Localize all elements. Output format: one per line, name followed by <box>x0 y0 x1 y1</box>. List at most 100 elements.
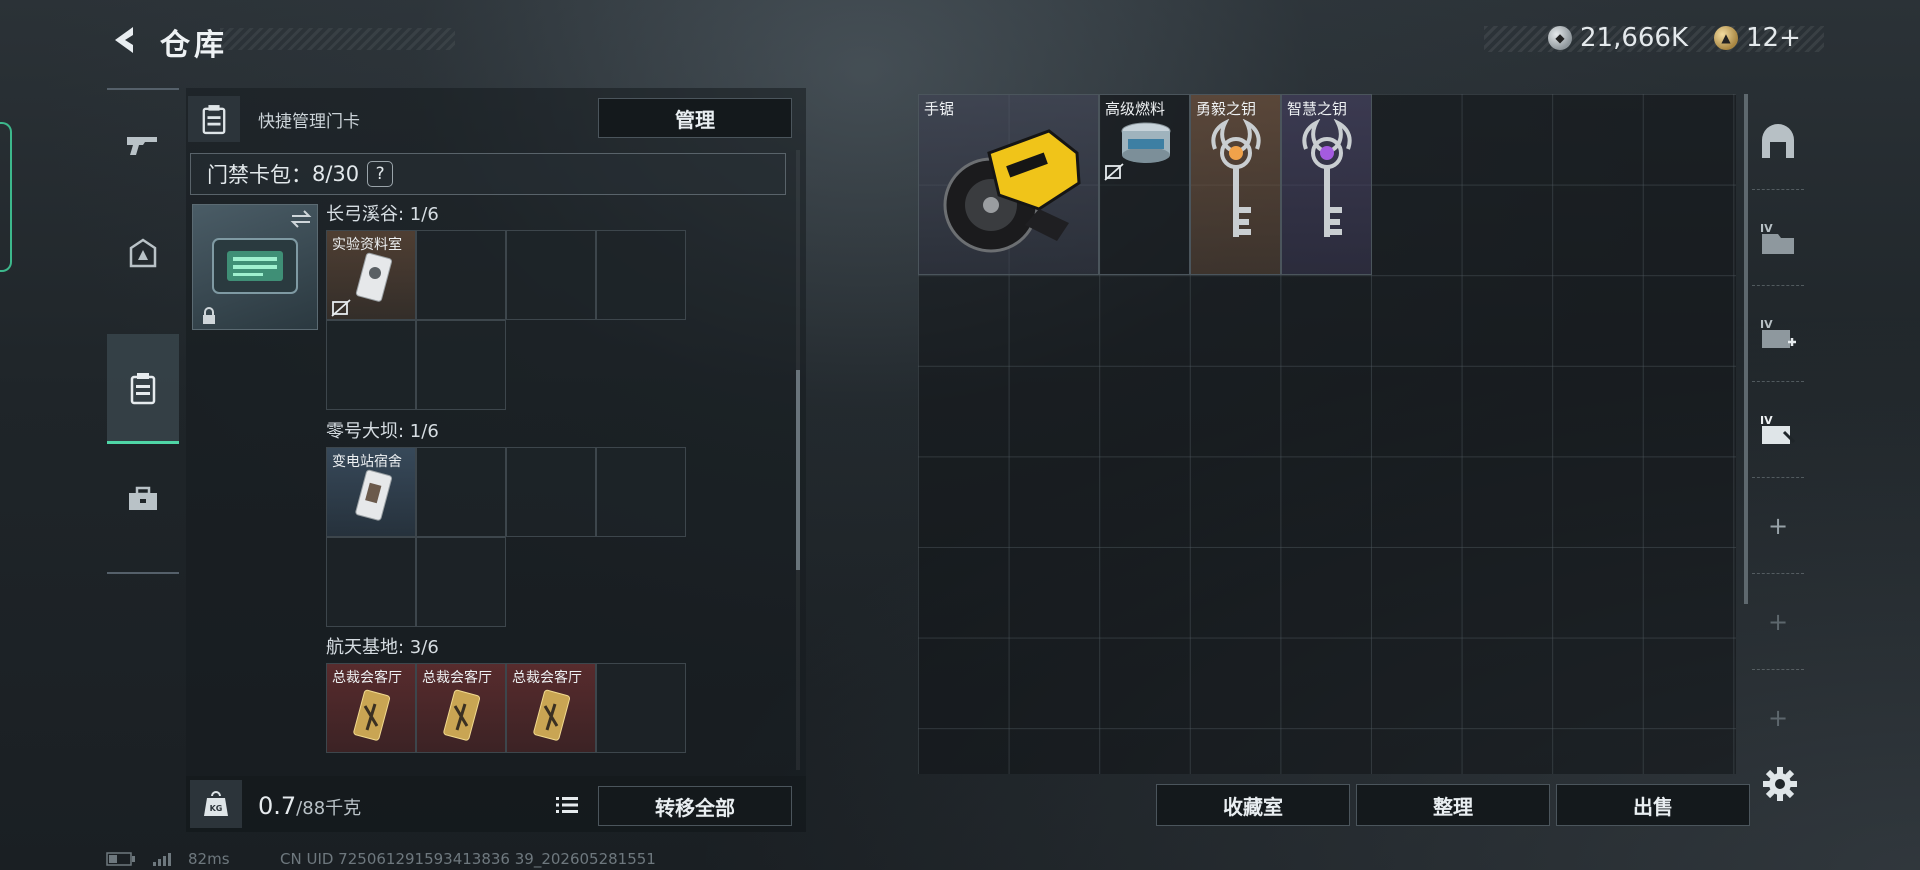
fuel-can-icon <box>1121 122 1171 163</box>
orange-gem-key-icon <box>1211 119 1261 237</box>
keycard-slot[interactable]: 总裁会客厅 <box>326 663 416 753</box>
empty-slot[interactable] <box>506 447 596 537</box>
weight-capacity: /88千克 <box>296 798 362 819</box>
card-case-item[interactable] <box>192 204 318 330</box>
storage-item-courage-key[interactable]: 勇毅之钥 <box>1190 94 1281 275</box>
region-count: 1/6 <box>409 204 439 225</box>
expansion-box-key-icon: IV <box>1760 414 1796 444</box>
svg-text:IV: IV <box>1760 414 1773 427</box>
back-arrow-icon <box>115 27 133 53</box>
status-bar: 82ms <box>106 850 230 868</box>
empty-slot[interactable] <box>596 663 686 753</box>
region-count: 3/6 <box>409 637 439 658</box>
storage-item-wisdom-key[interactable]: 智慧之钥 <box>1281 94 1372 275</box>
keycard-icon <box>355 252 393 302</box>
list-view-button[interactable] <box>548 788 586 822</box>
empty-slot[interactable] <box>326 320 416 410</box>
category-nav <box>107 88 179 574</box>
weapon-tab[interactable] <box>107 90 179 200</box>
empty-slot[interactable] <box>416 230 506 320</box>
player-uid: CN UID 725061291593413836 39_20260528155… <box>280 850 656 868</box>
keycard-tab[interactable] <box>107 334 179 444</box>
expansion-box-2-tab[interactable]: IV <box>1752 286 1804 382</box>
ping-value: 82ms <box>188 850 230 868</box>
add-storage-button[interactable]: + <box>1752 670 1804 766</box>
plus-icon: + <box>1767 607 1789 636</box>
empty-slot[interactable] <box>416 320 506 410</box>
keycard-slot[interactable]: 总裁会客厅 <box>416 663 506 753</box>
manage-button[interactable]: 管理 <box>598 98 792 138</box>
gear-tab[interactable] <box>107 200 179 310</box>
quick-manage-label: 快捷管理门卡 <box>258 111 360 132</box>
keycard-slot[interactable]: 变电站宿舍 <box>326 447 416 537</box>
gun-icon <box>127 137 157 155</box>
item-label: 智慧之钥 <box>1287 100 1348 118</box>
settings-gear-icon[interactable] <box>1762 766 1798 802</box>
empty-slot[interactable] <box>596 230 686 320</box>
expansion-box-3-tab[interactable]: IV <box>1752 382 1804 478</box>
empty-slot[interactable] <box>416 537 506 627</box>
region-zero-dam: 零号大坝: 1/6 <box>326 421 439 442</box>
keycard-label: 总裁会客厅 <box>332 670 402 686</box>
sort-button[interactable]: 整理 <box>1356 784 1550 826</box>
silver-currency[interactable]: ◆ 21,666K <box>1548 22 1688 54</box>
toolbox-tab[interactable] <box>107 444 179 554</box>
expansion-box-add-icon: IV <box>1760 318 1796 348</box>
region-longbow-valley: 长弓溪谷: 1/6 <box>326 204 439 225</box>
weight-icon: KG <box>190 780 242 828</box>
collection-room-button[interactable]: 收藏室 <box>1156 784 1350 826</box>
item-label: 高级燃料 <box>1105 100 1166 118</box>
list-icon <box>556 797 578 813</box>
keycard-case-icon <box>188 96 240 142</box>
swap-icon[interactable] <box>289 209 313 229</box>
lock-icon <box>203 307 215 324</box>
region-space-base: 航天基地: 3/6 <box>326 637 439 658</box>
purple-gem-key-icon <box>1302 119 1352 237</box>
keycard-label: 总裁会客厅 <box>512 670 582 686</box>
empty-slot[interactable] <box>326 537 416 627</box>
region-name: 航天基地 <box>326 637 398 658</box>
empty-slot[interactable] <box>596 447 686 537</box>
side-drawer-handle[interactable] <box>0 122 12 272</box>
gold-currency[interactable]: ▲ 12+ <box>1714 22 1801 54</box>
signal-icon <box>153 853 171 866</box>
empty-slot[interactable] <box>506 230 596 320</box>
gold-coin-icon: ▲ <box>1714 26 1738 50</box>
add-storage-button[interactable]: + <box>1752 574 1804 670</box>
title-decoration <box>220 28 455 50</box>
sell-button[interactable]: 出售 <box>1556 784 1750 826</box>
weight-readout: 0.7/88千克 <box>258 792 361 820</box>
silver-coin-icon: ◆ <box>1548 26 1572 50</box>
gold-currency-value: 12+ <box>1746 23 1801 53</box>
expansion-box-icon: IV <box>1760 222 1794 254</box>
silver-currency-value: 21,666K <box>1580 23 1689 53</box>
storage-item-saw[interactable]: 手锯 <box>918 94 1099 275</box>
page-title: 仓库 <box>160 28 228 63</box>
back-button[interactable] <box>104 22 144 58</box>
storage-main-tab[interactable] <box>1752 94 1804 190</box>
svg-text:IV: IV <box>1760 318 1773 331</box>
storage-grid[interactable]: 手锯 高级燃料 勇毅之钥 智慧之钥 <box>918 94 1736 774</box>
region-count: 1/6 <box>409 421 439 442</box>
transfer-all-button[interactable]: 转移全部 <box>598 786 792 826</box>
card-bag-bar: 门禁卡包： 8/30 ? <box>190 153 786 195</box>
no-bind-icon <box>1104 163 1124 181</box>
gold-keycard-icon <box>443 689 481 741</box>
storage-scrollbar[interactable] <box>1744 94 1748 604</box>
keycard-slot[interactable]: 实验资料室 <box>326 230 416 320</box>
keycard-label: 总裁会客厅 <box>422 670 492 686</box>
gold-keycard-icon <box>533 689 571 741</box>
vault-icon <box>1762 123 1794 158</box>
storage-item-fuel[interactable]: 高级燃料 <box>1099 94 1190 275</box>
help-button[interactable]: ? <box>367 161 394 187</box>
plus-icon: + <box>1767 511 1789 540</box>
region-name: 长弓溪谷 <box>326 204 398 225</box>
battery-icon <box>106 852 135 866</box>
storage-side-nav: IV IV IV + + + <box>1752 94 1804 774</box>
keycard-scrollbar-thumb[interactable] <box>796 370 800 570</box>
add-storage-button[interactable]: + <box>1752 478 1804 574</box>
empty-slot[interactable] <box>416 447 506 537</box>
keycard-slot[interactable]: 总裁会客厅 <box>506 663 596 753</box>
keycard-icon <box>355 469 393 521</box>
expansion-box-1-tab[interactable]: IV <box>1752 190 1804 286</box>
